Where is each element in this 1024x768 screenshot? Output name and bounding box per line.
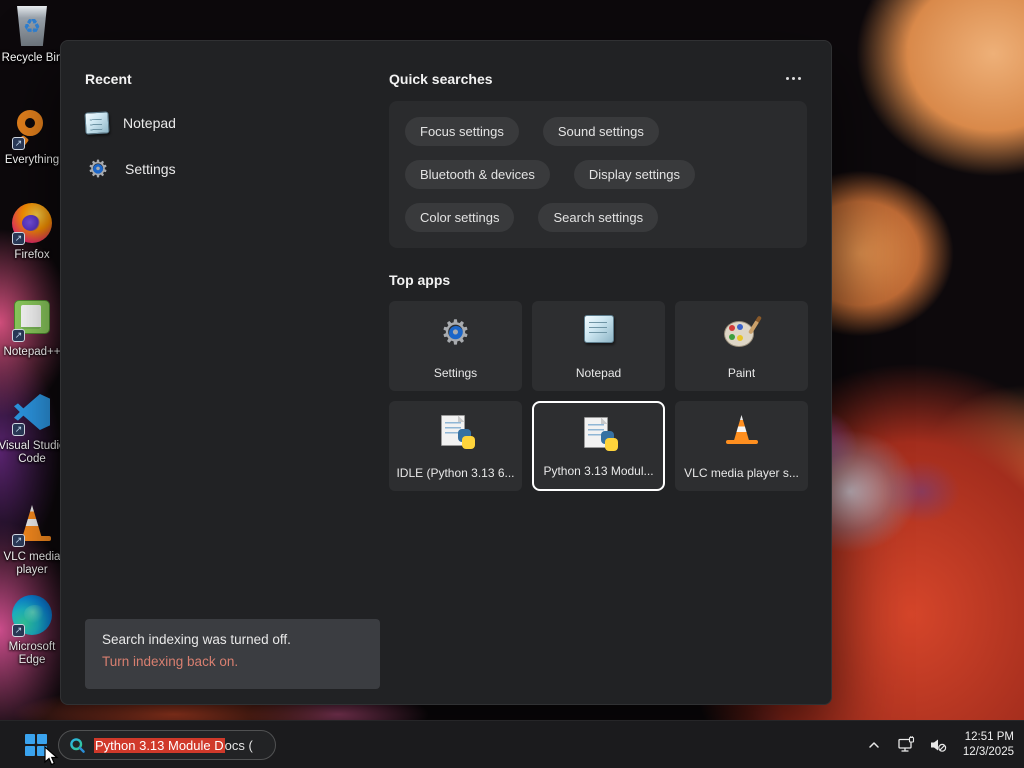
quick-search-pill[interactable]: Display settings: [573, 160, 695, 189]
shortcut-arrow-icon: ↗: [12, 137, 25, 150]
desktop-icon-visual-studio-code[interactable]: ↗ Visual Studio Code: [0, 392, 65, 466]
desktop-icon-recycle-bin[interactable]: ♻ Recycle Bin: [0, 6, 64, 65]
volume-muted-icon[interactable]: [927, 734, 949, 756]
top-app-tile-settings[interactable]: ⚙ Settings: [389, 301, 522, 391]
more-options-icon[interactable]: [779, 69, 807, 87]
quick-search-pill[interactable]: Bluetooth & devices: [405, 160, 550, 189]
recent-section-title: Recent: [85, 71, 132, 87]
quick-searches-card: Focus settings Sound settings Bluetooth …: [389, 101, 807, 248]
desktop-icon-everything[interactable]: ↗ Everything: [0, 108, 64, 167]
shortcut-arrow-icon: ↗: [12, 329, 25, 342]
tray-chevron-up-icon[interactable]: [863, 734, 885, 756]
vlc-cone-icon: [725, 415, 759, 444]
top-apps-grid: ⚙ Settings Notepad Paint IDLE (Python 3.…: [389, 301, 809, 491]
selected-text: Python 3.13 Module D: [94, 737, 225, 753]
python-document-icon: [582, 417, 618, 453]
notepad-icon: [84, 111, 110, 135]
taskbar: Python 3.13 Module Docs (12:51 PM 12/3/…: [0, 720, 1024, 768]
shortcut-arrow-icon: ↗: [12, 232, 25, 245]
shortcut-arrow-icon: ↗: [12, 423, 25, 436]
settings-gear-icon: ⚙: [87, 155, 109, 183]
quick-search-pill[interactable]: Search settings: [538, 203, 659, 232]
recent-item-notepad[interactable]: Notepad: [84, 103, 375, 143]
recycle-bin-icon: ♻: [17, 6, 47, 46]
settings-gear-icon: ⚙: [440, 313, 471, 353]
top-app-tile-vlc[interactable]: VLC media player s...: [675, 401, 808, 491]
quick-search-pill[interactable]: Focus settings: [405, 117, 519, 146]
top-app-tile-idle-python[interactable]: IDLE (Python 3.13 6...: [389, 401, 522, 491]
indexing-notice-text: Search indexing was turned off.: [102, 632, 291, 647]
mouse-cursor: [44, 745, 61, 768]
system-tray: 12:51 PM 12/3/2025: [863, 721, 1014, 768]
vlc-icon: ↗: [11, 505, 53, 547]
top-app-tile-notepad[interactable]: Notepad: [532, 301, 665, 391]
shortcut-arrow-icon: ↗: [12, 624, 25, 637]
shortcut-arrow-icon: ↗: [12, 534, 25, 547]
desktop-icon-notepad-plus-plus[interactable]: ↗ Notepad++: [0, 297, 64, 359]
unselected-text: ocs (: [224, 737, 253, 753]
network-ethernet-icon[interactable]: [895, 734, 917, 756]
top-app-tile-paint[interactable]: Paint: [675, 301, 808, 391]
top-app-tile-python-module-docs[interactable]: Python 3.13 Modul...: [532, 401, 665, 491]
paint-icon: [723, 315, 762, 351]
search-icon: [70, 737, 85, 753]
everything-icon: ↗: [11, 108, 53, 151]
recent-item-settings[interactable]: ⚙ Settings: [85, 149, 375, 189]
taskbar-clock[interactable]: 12:51 PM 12/3/2025: [963, 730, 1014, 760]
desktop-icon-vlc[interactable]: ↗ VLC media player: [0, 503, 64, 577]
desktop-icon-edge[interactable]: ↗ Microsoft Edge: [0, 595, 64, 667]
desktop-wallpaper: ♻ Recycle Bin ↗ Everything ↗ Firefox ↗ N…: [0, 0, 1024, 768]
quick-searches-title: Quick searches: [389, 71, 493, 87]
search-query-text: Python 3.13 Module Docs (: [94, 737, 253, 753]
taskbar-search-input[interactable]: Python 3.13 Module Docs (: [58, 730, 276, 760]
indexing-notice: Search indexing was turned off. Turn ind…: [85, 619, 380, 689]
quick-search-pill[interactable]: Sound settings: [542, 117, 659, 146]
turn-indexing-on-link[interactable]: Turn indexing back on.: [102, 654, 363, 669]
quick-search-pill[interactable]: Color settings: [405, 203, 515, 232]
clock-date: 12/3/2025: [962, 746, 1014, 758]
clock-time: 12:51 PM: [964, 731, 1014, 743]
notepad-icon: [583, 315, 614, 343]
desktop-icon-firefox[interactable]: ↗ Firefox: [0, 203, 64, 262]
top-apps-title: Top apps: [389, 272, 451, 288]
python-document-icon: [439, 415, 475, 451]
search-flyout-panel: Recent Notepad ⚙ Settings Quick searches…: [60, 40, 832, 705]
